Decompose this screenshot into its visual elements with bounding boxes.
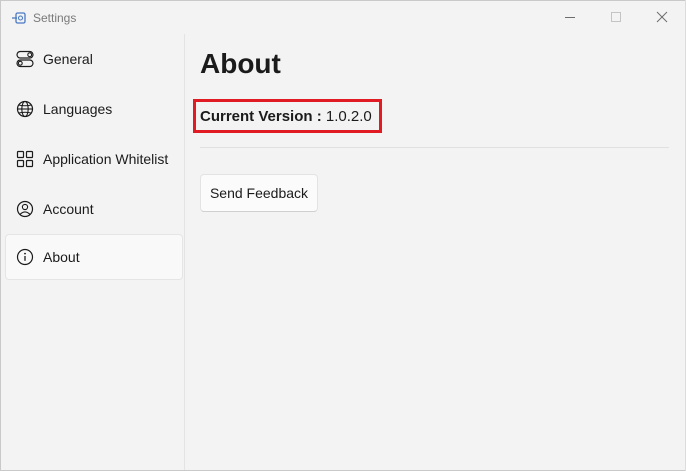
toggle-icon [16, 50, 34, 68]
sidebar-item-label: General [43, 51, 93, 67]
app-icon [11, 10, 27, 26]
maximize-button[interactable] [593, 1, 639, 33]
sidebar-item-general[interactable]: General [5, 36, 183, 82]
about-page: About Current Version : 1.0.2.0 Send Fee… [185, 34, 685, 470]
minimize-icon [565, 17, 575, 18]
grid-icon [16, 150, 34, 168]
version-label: Current Version : [200, 108, 322, 125]
close-icon [656, 11, 668, 23]
globe-icon [16, 100, 34, 118]
sidebar-item-account[interactable]: Account [5, 186, 183, 232]
info-icon [16, 248, 34, 266]
minimize-button[interactable] [547, 1, 593, 33]
divider [200, 147, 669, 148]
maximize-icon [611, 12, 621, 22]
settings-window: Settings General Languages Application W… [0, 0, 686, 471]
sidebar-item-label: Languages [43, 101, 113, 117]
sidebar-item-languages[interactable]: Languages [5, 86, 183, 132]
sidebar-item-label: About [43, 249, 80, 265]
person-icon [16, 200, 34, 218]
version-value: 1.0.2.0 [325, 108, 372, 125]
sidebar-item-label: Application Whitelist [43, 151, 169, 167]
sidebar-item-label: Account [43, 201, 94, 217]
sidebar-item-application-whitelist[interactable]: Application Whitelist [5, 136, 183, 182]
page-title: About [200, 48, 281, 79]
sidebar-nav: General Languages Application Whitelist … [1, 34, 185, 470]
current-version: Current Version : 1.0.2.0 [200, 108, 372, 126]
send-feedback-button[interactable]: Send Feedback [200, 174, 318, 212]
sidebar-item-about[interactable]: About [5, 234, 183, 280]
close-button[interactable] [639, 1, 685, 33]
window-title: Settings [33, 11, 77, 25]
title-bar: Settings [1, 1, 685, 34]
